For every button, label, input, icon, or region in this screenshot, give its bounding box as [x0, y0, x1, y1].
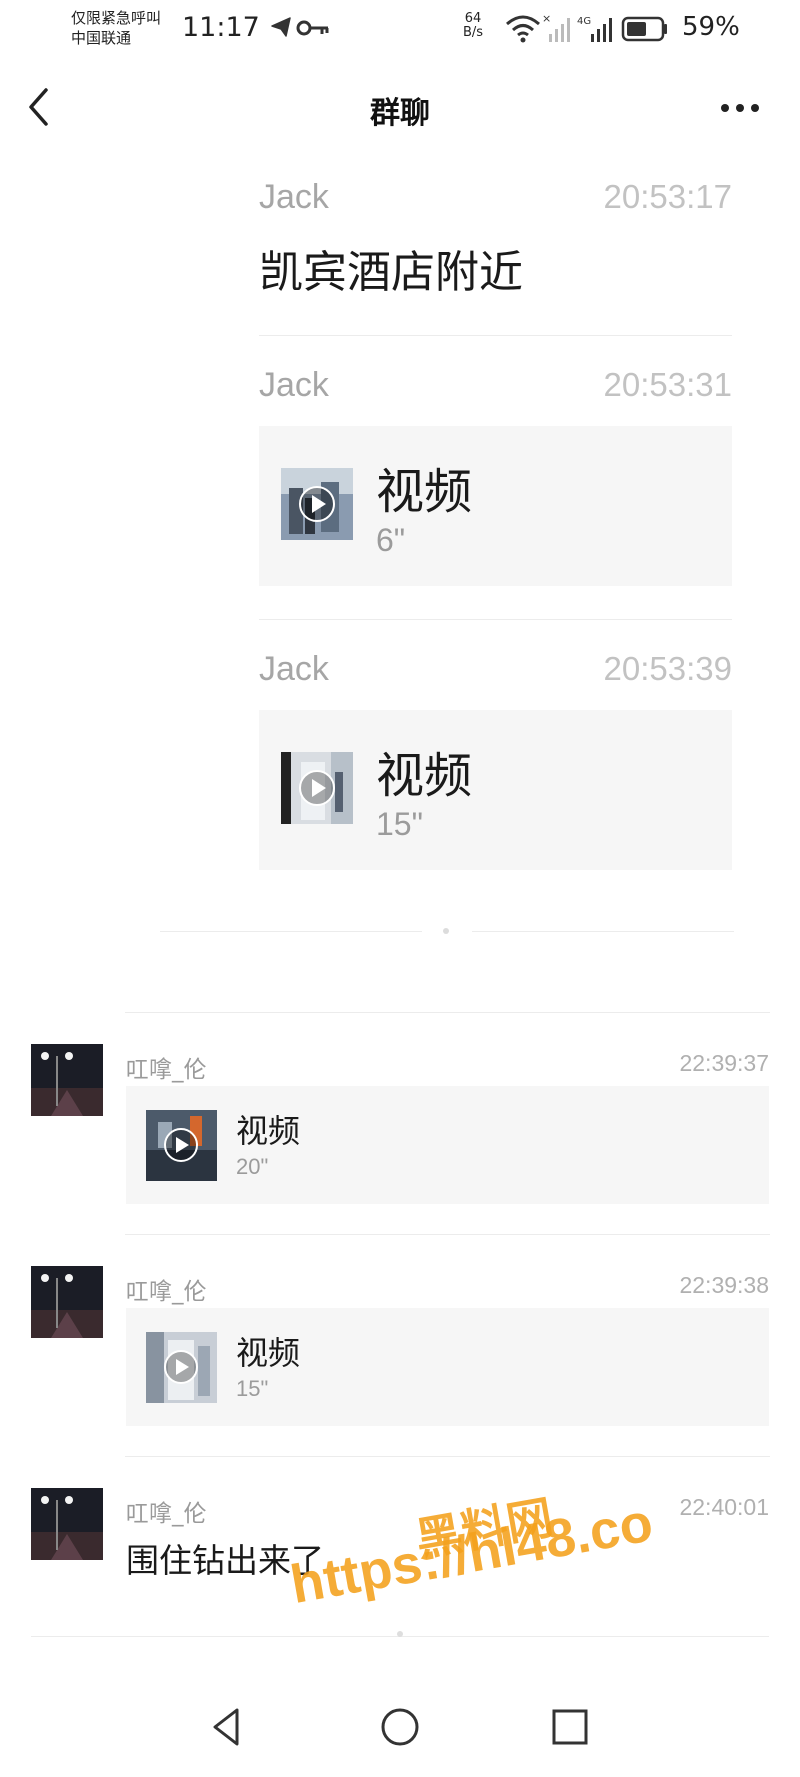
video-duration: 15" — [236, 1376, 269, 1401]
signal-icon: 4G — [577, 16, 612, 42]
sender-name: 叿嗱_伦 — [126, 1057, 207, 1083]
section-separator-right — [472, 931, 734, 932]
quoted-video-card[interactable]: 视频 6" — [259, 426, 732, 586]
message-timestamp: 22:40:01 — [679, 1494, 769, 1520]
quoted-sender-name: Jack — [259, 178, 329, 216]
nav-recents-button[interactable] — [545, 1702, 595, 1752]
chat-message-video: 叿嗱_伦 22:39:37 视频 20" — [0, 1044, 800, 1204]
telegram-icon — [271, 17, 291, 37]
section-separator-left — [160, 931, 422, 932]
network-speed-unit: B/s — [463, 25, 484, 40]
video-label: 视频 — [376, 748, 473, 804]
more-options-button[interactable] — [715, 88, 767, 128]
avatar[interactable] — [31, 1488, 103, 1560]
play-icon — [164, 1350, 198, 1384]
video-message-card[interactable]: 视频 20" — [126, 1086, 769, 1204]
network-speed-value: 64 — [464, 11, 482, 26]
video-label: 视频 — [376, 464, 473, 520]
video-duration: 6" — [376, 522, 406, 558]
video-thumbnail — [146, 1110, 217, 1181]
signal-no-sim-icon: × — [542, 12, 570, 42]
play-icon — [164, 1128, 198, 1162]
play-icon — [299, 770, 335, 806]
carrier-line-name: 中国联通 — [71, 29, 132, 47]
back-triangle-icon — [213, 1708, 239, 1746]
wifi-icon — [506, 15, 540, 43]
status-app-icons — [271, 17, 329, 37]
carrier-info: 仅限紧急呼叫 中国联通 — [71, 8, 161, 48]
quoted-message-text: 凯宾酒店附近 — [259, 247, 523, 298]
video-duration: 15" — [376, 806, 423, 842]
quoted-timestamp: 20:53:39 — [603, 650, 732, 687]
message-timestamp: 22:39:37 — [679, 1050, 769, 1076]
quoted-divider — [259, 335, 732, 336]
recents-square-icon — [552, 1709, 588, 1745]
video-thumbnail — [281, 752, 353, 824]
avatar[interactable] — [31, 1266, 103, 1338]
quoted-record-video: Jack 20:53:39 视频 15" — [259, 650, 732, 875]
quoted-sender-name: Jack — [259, 366, 329, 404]
video-thumbnail — [146, 1332, 217, 1403]
quoted-sender-name: Jack — [259, 650, 329, 688]
network-type: 4G — [577, 16, 591, 27]
chat-divider — [125, 1012, 770, 1013]
carrier-line-emergency: 仅限紧急呼叫 — [71, 9, 162, 27]
video-label: 视频 — [236, 1334, 301, 1372]
video-message-card[interactable]: 视频 15" — [126, 1308, 769, 1426]
video-duration: 20" — [236, 1154, 269, 1179]
system-navigation-bar — [0, 1690, 800, 1777]
home-circle-icon — [381, 1708, 419, 1746]
quoted-record-video: Jack 20:53:31 视频 6" — [259, 366, 732, 591]
chat-message-video: 叿嗱_伦 22:39:38 视频 15" — [0, 1266, 800, 1426]
video-label: 视频 — [236, 1112, 301, 1150]
quoted-timestamp: 20:53:17 — [603, 178, 732, 215]
network-speed: 64 B/s — [463, 12, 483, 40]
quoted-record-text: Jack 20:53:17 凯宾酒店附近 — [259, 178, 732, 298]
top-navigation-bar: 群聊 — [0, 58, 800, 154]
status-bar: 仅限紧急呼叫 中国联通 11:17 64 B/s × 4G 59% — [0, 0, 800, 58]
avatar[interactable] — [31, 1044, 103, 1116]
quoted-video-card[interactable]: 视频 15" — [259, 710, 732, 870]
key-icon — [296, 20, 329, 36]
page-title: 群聊 — [370, 96, 430, 131]
battery-icon — [621, 16, 667, 42]
chat-divider — [125, 1234, 770, 1235]
message-timestamp: 22:39:38 — [679, 1272, 769, 1298]
svg-text:×: × — [542, 12, 551, 25]
end-of-list-dot — [397, 1631, 403, 1637]
system-icons: × 4G — [506, 12, 667, 43]
nav-home-button[interactable] — [375, 1702, 425, 1752]
battery-percent: 59% — [682, 12, 740, 42]
sender-name: 叿嗱_伦 — [126, 1279, 207, 1305]
chat-divider — [125, 1456, 770, 1457]
nav-back-button[interactable] — [203, 1702, 253, 1752]
play-icon — [299, 486, 335, 522]
status-time: 11:17 — [182, 12, 260, 43]
more-dots-icon — [721, 104, 759, 112]
quoted-timestamp: 20:53:31 — [603, 366, 732, 403]
video-thumbnail — [281, 468, 353, 540]
sender-name: 叿嗱_伦 — [126, 1501, 207, 1527]
section-separator-dot — [443, 928, 449, 934]
quoted-divider — [259, 619, 732, 620]
